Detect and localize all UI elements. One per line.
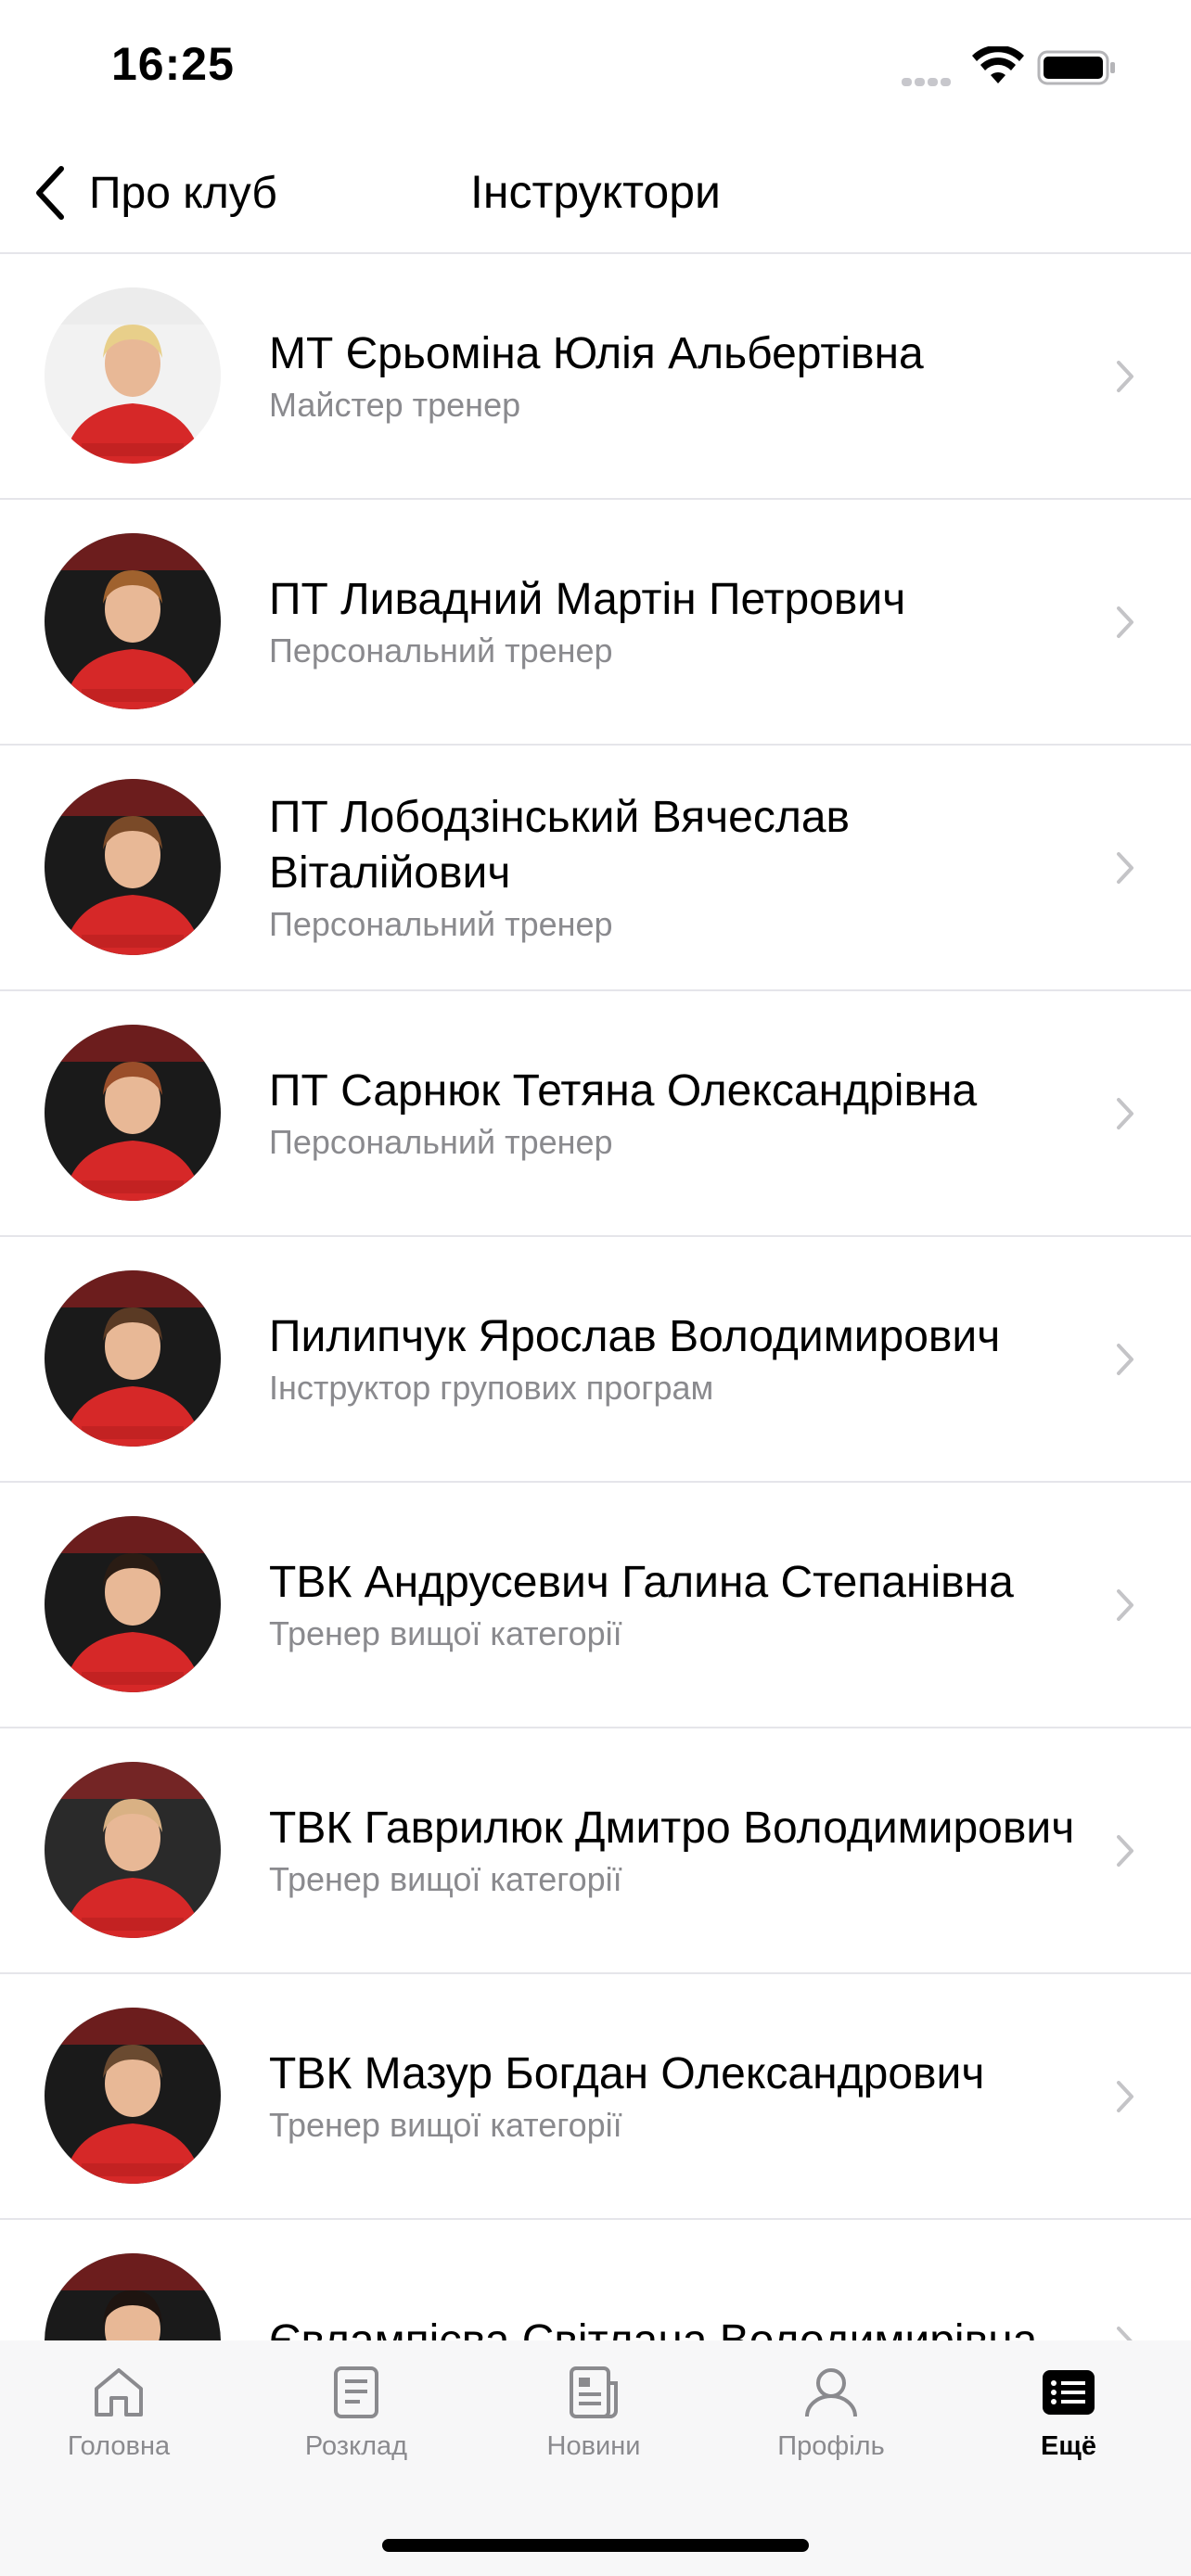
instructor-row[interactable]: Пилипчук Ярослав Володимирович Інструктор…: [0, 1237, 1191, 1483]
tab-news[interactable]: Новини: [475, 2363, 712, 2502]
instructor-avatar: [45, 1025, 221, 1201]
chevron-right-icon: [1117, 1588, 1133, 1621]
instructor-row[interactable]: ТВК Андрусевич Галина Степанівна Тренер в…: [0, 1483, 1191, 1728]
tab-label-profile: Профіль: [777, 2431, 885, 2461]
instructor-text: ПТ Лободзінський Вячеслав Віталійович Пер…: [269, 746, 1089, 989]
status-time: 16:25: [111, 38, 235, 90]
instructor-role: Персональний тренер: [269, 631, 613, 670]
tab-profile[interactable]: Профіль: [712, 2363, 950, 2502]
instructor-role: Тренер вищої категорії: [269, 1859, 622, 1898]
instructor-text: ПТ Сарнюк Тетяна Олександрівна Персональн…: [269, 991, 1089, 1235]
wifi-icon: [972, 46, 1024, 83]
instructor-avatar: [45, 1762, 221, 1938]
chevron-right-icon: [1117, 1343, 1133, 1375]
instructor-avatar: [45, 2253, 221, 2340]
instructor-role: Персональний тренер: [269, 1122, 613, 1161]
instructor-row[interactable]: ПТ Ливадний Мартін Петрович Персональний …: [0, 500, 1191, 746]
tab-label-more: Ещё: [1041, 2431, 1096, 2461]
instructor-role: Тренер вищої категорії: [269, 1613, 622, 1652]
battery-icon: [1037, 50, 1115, 85]
chevron-right-icon: [1117, 2326, 1133, 2340]
instructor-role: Інструктор групових програм: [269, 1368, 714, 1407]
instructor-role: Тренер вищої категорії: [269, 2105, 622, 2144]
instructor-name: Пилипчук Ярослав Володимирович: [269, 1311, 1001, 1361]
instructor-text: МТ Єрьоміна Юлія Альбертівна Майстер трен…: [269, 254, 1089, 498]
instructor-avatar: [45, 1516, 221, 1692]
instructor-avatar: [45, 2008, 221, 2184]
tab-label-schedule: Розклад: [304, 2431, 408, 2461]
instructor-name: МТ Єрьоміна Юлія Альбертівна: [269, 328, 924, 378]
instructor-avatar: [45, 1270, 221, 1447]
instructor-text: ТВК Мазур Богдан Олександрович Тренер вищ…: [269, 1974, 1089, 2218]
status-bar: 16:25: [0, 0, 1191, 130]
instructor-list[interactable]: МТ Єрьоміна Юлія Альбертівна Майстер трен…: [0, 254, 1191, 2340]
screen: 16:25 Про клуб Інструктори МТ Єрьоміна Ю…: [0, 0, 1191, 2576]
instructor-role: Майстер тренер: [269, 385, 521, 424]
instructor-text: Пилипчук Ярослав Володимирович Інструктор…: [269, 1237, 1089, 1481]
instructor-row[interactable]: ПТ Лободзінський Вячеслав Віталійович Пер…: [0, 746, 1191, 991]
home-indicator: [382, 2539, 809, 2552]
chevron-right-icon: [1117, 1834, 1133, 1867]
profile-icon: [805, 2368, 857, 2417]
instructor-row[interactable]: ПТ Сарнюк Тетяна Олександрівна Персональн…: [0, 991, 1191, 1237]
tab-more[interactable]: Ещё: [950, 2363, 1187, 2502]
cellular-signal-icon: [902, 74, 957, 86]
instructor-text: ПТ Ливадний Мартін Петрович Персональний …: [269, 500, 1089, 744]
chevron-right-icon: [1117, 851, 1133, 884]
instructor-name: Євлампієва Світлана Володимирівна: [269, 2315, 1038, 2341]
instructor-row[interactable]: ТВК Гаврилюк Дмитро Володимирович Тренер …: [0, 1728, 1191, 1974]
instructor-name: ПТ Ливадний Мартін Петрович: [269, 574, 906, 624]
chevron-right-icon: [1117, 606, 1133, 638]
instructor-text: ТВК Андрусевич Галина Степанівна Тренер в…: [269, 1483, 1089, 1727]
instructor-name: ТВК Мазур Богдан Олександрович: [269, 2048, 985, 2098]
chevron-right-icon: [1117, 360, 1133, 392]
more-icon: [1043, 2370, 1095, 2415]
tab-schedule[interactable]: Розклад: [237, 2363, 475, 2502]
instructor-avatar: [45, 779, 221, 955]
tab-label-news: Новини: [546, 2431, 641, 2461]
page-title: Інструктори: [470, 166, 721, 218]
navigation-bar: Про клуб Інструктори: [0, 130, 1191, 254]
instructor-role: Персональний тренер: [269, 904, 613, 943]
tab-label-home: Головна: [67, 2431, 171, 2461]
chevron-right-icon: [1117, 1097, 1133, 1129]
news-icon: [570, 2366, 618, 2418]
instructor-text: Євлампієва Світлана Володимирівна: [269, 2220, 1089, 2341]
instructor-name: ПТ Лободзінський Вячеслав Віталійович: [269, 792, 851, 898]
instructor-avatar: [45, 287, 221, 464]
instructor-avatar: [45, 533, 221, 709]
instructor-name: ТВК Андрусевич Галина Степанівна: [269, 1557, 1014, 1607]
tab-home[interactable]: Головна: [0, 2363, 237, 2502]
instructor-row[interactable]: МТ Єрьоміна Юлія Альбертівна Майстер трен…: [0, 254, 1191, 500]
instructor-name: ТВК Гаврилюк Дмитро Володимирович: [269, 1803, 1075, 1853]
home-icon: [95, 2368, 143, 2417]
chevron-right-icon: [1117, 2080, 1133, 2112]
instructor-name: ПТ Сарнюк Тетяна Олександрівна: [269, 1065, 978, 1116]
instructor-row[interactable]: ТВК Мазур Богдан Олександрович Тренер вищ…: [0, 1974, 1191, 2220]
instructor-text: ТВК Гаврилюк Дмитро Володимирович Тренер …: [269, 1728, 1089, 1972]
schedule-icon: [334, 2366, 378, 2418]
instructor-row[interactable]: Євлампієва Світлана Володимирівна: [0, 2220, 1191, 2340]
